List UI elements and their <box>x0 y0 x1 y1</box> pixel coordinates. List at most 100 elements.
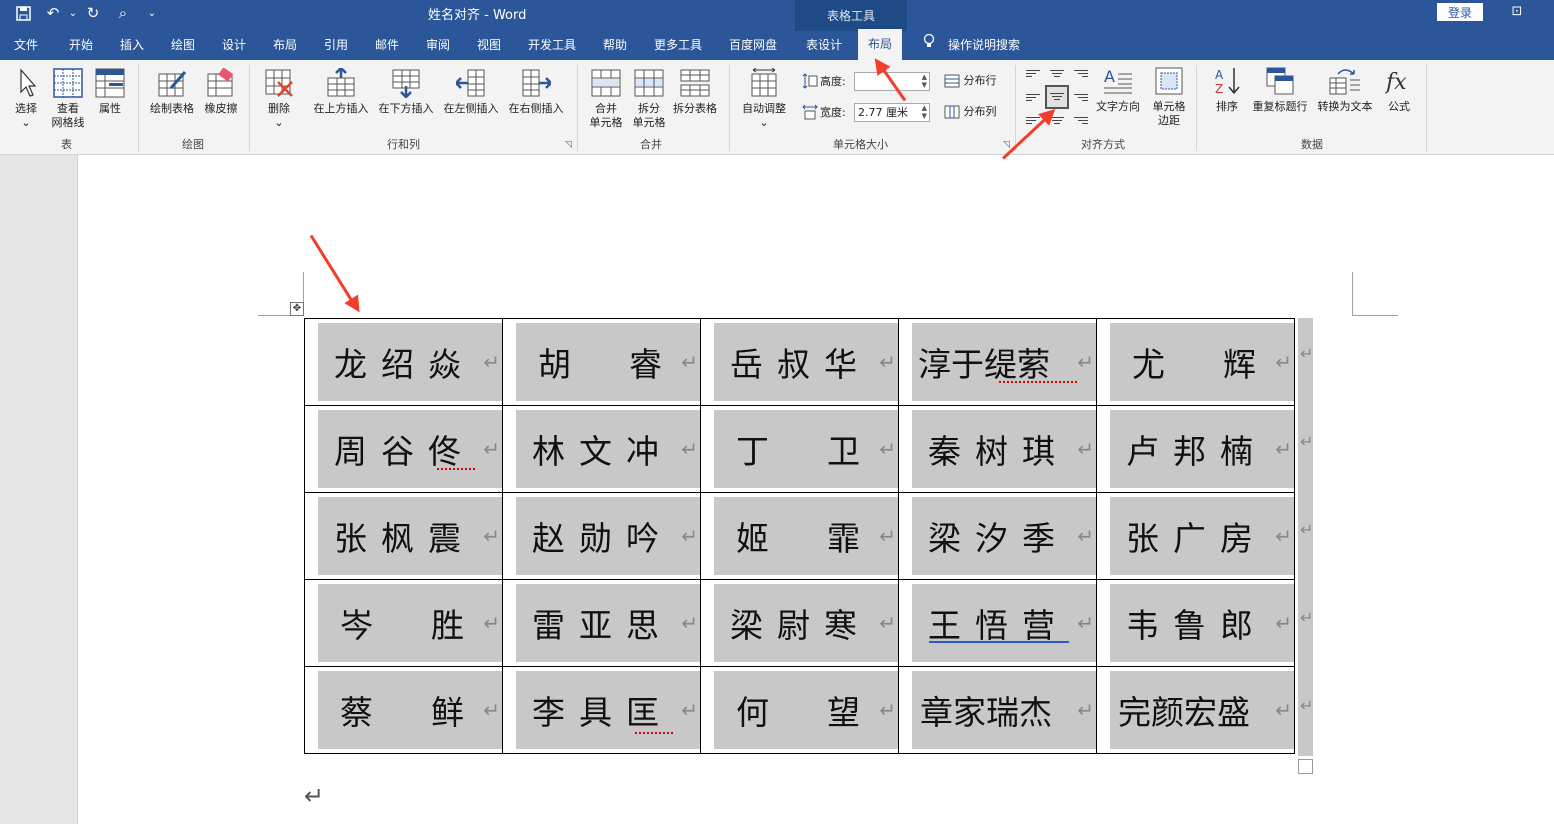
cell-end-mark: ↵ <box>681 524 698 548</box>
height-label: 高度: <box>820 75 846 88</box>
formula-button[interactable]: fx 公式 <box>1385 66 1413 114</box>
tab-file[interactable]: 文件 <box>14 31 38 60</box>
properties-button[interactable]: 属性 <box>93 68 127 116</box>
table-cell[interactable]: 淳于缇萦 ↵ <box>898 318 1097 406</box>
insert-left-label: 在左侧插入 <box>443 102 499 115</box>
table-cell[interactable]: 周谷佟 ↵ <box>304 405 503 493</box>
table-cell[interactable]: 卢邦楠 ↵ <box>1096 405 1295 493</box>
undo-icon[interactable]: ↶ <box>44 4 62 22</box>
insert-above-button[interactable]: 在上方插入 <box>310 68 372 116</box>
tab-review[interactable]: 审阅 <box>426 31 450 60</box>
autofit-button[interactable]: 自动调整 ⌄ <box>738 68 790 130</box>
align-middle-right-icon[interactable] <box>1074 92 1088 104</box>
convert-to-text-button[interactable]: 转换为文本 <box>1314 66 1376 114</box>
table-cell[interactable]: 何望 ↵ <box>700 666 899 754</box>
table-cell[interactable]: 赵勋吟 ↵ <box>502 492 701 580</box>
login-button[interactable]: 登录 <box>1437 3 1483 21</box>
align-middle-left-icon[interactable] <box>1026 92 1040 104</box>
tab-mailings[interactable]: 邮件 <box>375 31 399 60</box>
align-bottom-right-icon[interactable] <box>1074 115 1088 127</box>
name-text: 张广房 <box>1126 519 1267 558</box>
table-cell[interactable]: 韦鲁郎 ↵ <box>1096 579 1295 667</box>
distribute-rows-label: 分布行 <box>963 74 997 87</box>
repeat-header-button[interactable]: 重复标题行 <box>1249 66 1311 114</box>
table-cell[interactable]: 完颜宏盛 ↵ <box>1096 666 1295 754</box>
tab-draw[interactable]: 绘图 <box>171 31 195 60</box>
tab-table-design[interactable]: 表设计 <box>806 31 842 60</box>
table-cell[interactable]: 张广房 ↵ <box>1096 492 1295 580</box>
distribute-rows-button[interactable]: 分布行 <box>944 74 997 88</box>
split-table-button[interactable]: 拆分表格 <box>670 68 720 116</box>
cell-margins-button[interactable]: 单元格 边距 <box>1150 66 1188 128</box>
table-cell[interactable]: 梁汐季 ↵ <box>898 492 1097 580</box>
table-cell[interactable]: 姬霏 ↵ <box>700 492 899 580</box>
redo-icon[interactable]: ↻ <box>84 4 102 22</box>
table-cell[interactable]: 雷亚思 ↵ <box>502 579 701 667</box>
ribbon-display-options-icon[interactable]: ⊡ <box>1509 2 1525 20</box>
insert-right-label: 在右侧插入 <box>508 102 564 115</box>
height-spin-icon[interactable]: ▲ ▼ <box>922 73 927 89</box>
table-cell[interactable]: 岳叔华 ↵ <box>700 318 899 406</box>
distribute-columns-button[interactable]: 分布列 <box>944 105 997 119</box>
pencil-table-icon <box>158 71 187 97</box>
table-cell[interactable]: 章家瑞杰 ↵ <box>898 666 1097 754</box>
draw-table-label: 绘制表格 <box>150 102 194 115</box>
select-button[interactable]: 选择 ⌄ <box>12 68 40 130</box>
paragraph-mark: ↵ <box>304 782 325 810</box>
group-separator <box>1196 65 1197 151</box>
table-cell[interactable]: 龙绍焱 ↵ <box>304 318 503 406</box>
tab-developer[interactable]: 开发工具 <box>528 31 576 60</box>
align-top-right-icon[interactable] <box>1074 68 1088 80</box>
table-cell[interactable]: 张枫震 ↵ <box>304 492 503 580</box>
tab-design[interactable]: 设计 <box>222 31 246 60</box>
table-resize-handle[interactable] <box>1298 759 1313 774</box>
table-cell[interactable]: 李具匡 ↵ <box>502 666 701 754</box>
cell-end-mark: ↵ <box>1275 698 1292 722</box>
tab-help[interactable]: 帮助 <box>603 31 627 60</box>
table-cell[interactable]: 尤辉 ↵ <box>1096 318 1295 406</box>
split-cells-button[interactable]: 拆分 单元格 <box>629 68 669 130</box>
table-move-handle-icon[interactable]: ✥ <box>290 302 304 316</box>
align-top-left-icon[interactable] <box>1026 68 1040 80</box>
tab-home[interactable]: 开始 <box>69 31 93 60</box>
dialog-launcher-icon[interactable]: ◹ <box>1003 140 1010 150</box>
tab-view[interactable]: 视图 <box>477 31 501 60</box>
width-spin-icon[interactable]: ▲ ▼ <box>922 104 927 120</box>
group-label-rows-cols: 行和列 <box>387 138 420 151</box>
text-direction-button[interactable]: A 文字方向 <box>1094 66 1142 114</box>
table-cell[interactable]: 蔡鲜 ↵ <box>304 666 503 754</box>
merge-cells-button[interactable]: 合并 单元格 <box>586 68 626 130</box>
tab-insert[interactable]: 插入 <box>120 31 144 60</box>
convert-to-text-icon <box>1329 69 1360 95</box>
table-cell[interactable]: 林文冲 ↵ <box>502 405 701 493</box>
tell-me-search[interactable]: 操作说明搜索 <box>948 31 1020 60</box>
eraser-button[interactable]: 橡皮擦 <box>202 68 240 116</box>
sort-button[interactable]: AZ 排序 <box>1212 66 1242 114</box>
names-table[interactable]: 龙绍焱 ↵ 胡睿 ↵ 岳叔华 ↵ 淳于缇萦 ↵ 尤辉 ↵ 周谷佟 ↵ 林文冲 ↵ 丁卫 ↵ 秦树… <box>304 318 1295 754</box>
tab-references[interactable]: 引用 <box>324 31 348 60</box>
table-cell[interactable]: 梁尉寒 ↵ <box>700 579 899 667</box>
tab-baidu-netdisk[interactable]: 百度网盘 <box>729 31 777 60</box>
save-icon[interactable] <box>14 4 32 22</box>
table-cell[interactable]: 王悟营 ↵ <box>898 579 1097 667</box>
tab-more-tools[interactable]: 更多工具 <box>654 31 702 60</box>
tab-layout[interactable]: 布局 <box>273 31 297 60</box>
delete-button[interactable]: 删除 ⌄ <box>263 68 295 130</box>
cell-end-mark: ↵ <box>1077 350 1094 374</box>
dialog-launcher-icon[interactable]: ◹ <box>565 140 572 150</box>
table-cell[interactable]: 丁卫 ↵ <box>700 405 899 493</box>
insert-below-button[interactable]: 在下方插入 <box>375 68 437 116</box>
print-preview-icon[interactable]: ⌕ <box>114 4 132 22</box>
view-gridlines-button[interactable]: 查看 网格线 <box>48 68 88 130</box>
draw-table-button[interactable]: 绘制表格 <box>148 68 196 116</box>
table-cell[interactable]: 胡睿 ↵ <box>502 318 701 406</box>
table-cell[interactable]: 岑胜 ↵ <box>304 579 503 667</box>
align-top-center-icon[interactable] <box>1050 68 1064 80</box>
insert-left-button[interactable]: 在左侧插入 <box>440 68 502 116</box>
customize-qat-icon[interactable]: ⌄ <box>143 4 161 22</box>
column-width-input[interactable]: 2.77 厘米 ▲ ▼ <box>854 103 930 122</box>
undo-dropdown-icon[interactable]: ⌄ <box>64 4 82 22</box>
cell-end-mark: ↵ <box>1077 698 1094 722</box>
table-cell[interactable]: 秦树琪 ↵ <box>898 405 1097 493</box>
insert-right-button[interactable]: 在右侧插入 <box>505 68 567 116</box>
